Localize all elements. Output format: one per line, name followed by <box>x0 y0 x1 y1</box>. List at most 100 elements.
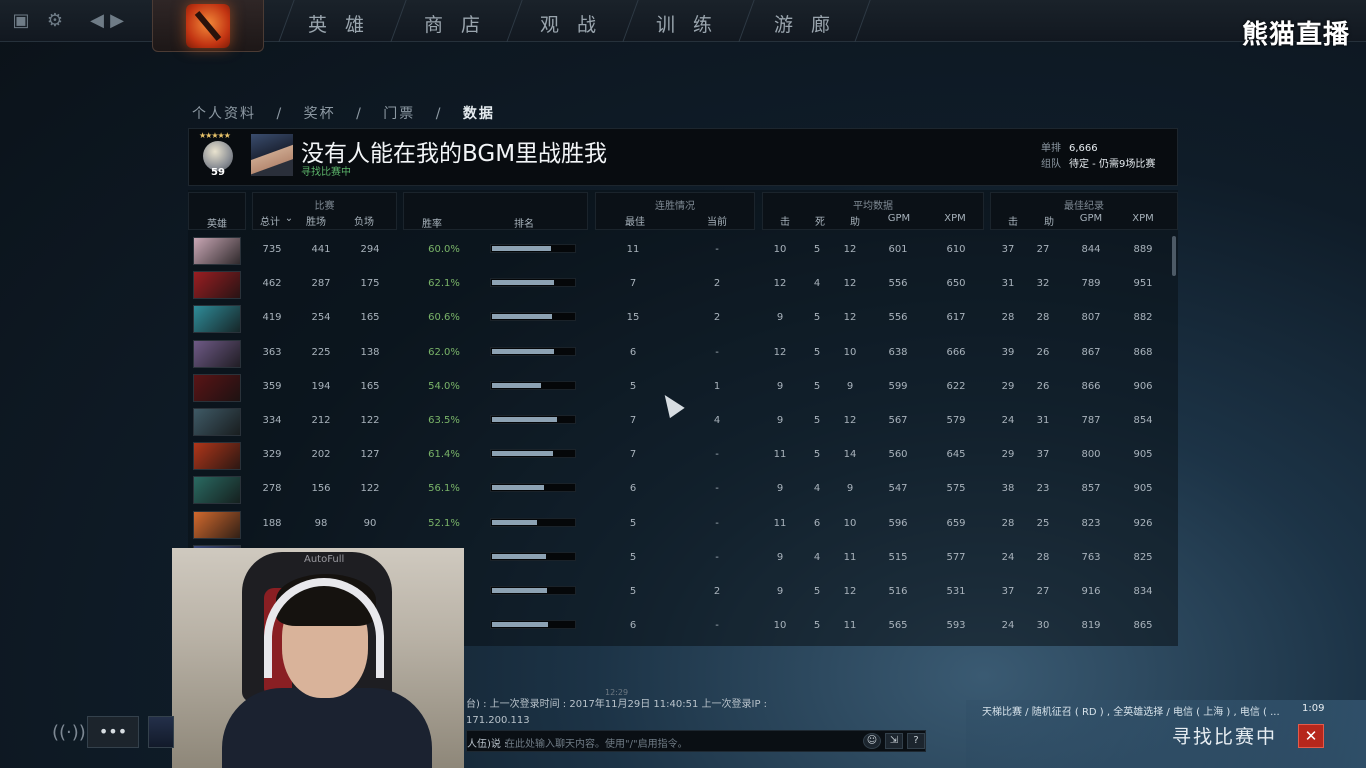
crumb-profile[interactable]: 个人资料 <box>192 106 256 122</box>
cancel-search-button[interactable]: ✕ <box>1298 724 1324 748</box>
row-avg-gpm: 567 <box>888 415 908 426</box>
tab-heroes[interactable]: 英 雄 <box>308 10 370 37</box>
header-avg-assists[interactable]: 助 <box>843 213 867 228</box>
rank-bar-fill <box>492 280 554 286</box>
header-hero-group: 英雄 <box>188 192 246 230</box>
hero-portrait[interactable] <box>193 237 241 265</box>
row-streak-current: - <box>715 551 719 563</box>
emoji-icon[interactable]: ☺ <box>863 733 881 749</box>
crumb-trophies[interactable]: 奖杯 <box>304 106 336 122</box>
header-best-kills[interactable]: 击 <box>1001 213 1025 228</box>
row-avg-assists: 12 <box>843 415 857 426</box>
header-rank[interactable]: 排名 <box>504 215 544 230</box>
header-hero[interactable]: 英雄 <box>189 215 245 230</box>
row-avg-gpm: 560 <box>888 449 908 461</box>
tab-learn[interactable]: 训 练 <box>656 10 718 37</box>
table-row[interactable]: 363 225 138 62.0% 6 - 12 5 10 638 666 39 26 867 868 <box>188 337 1178 371</box>
row-wins: 225 <box>311 346 331 358</box>
hero-portrait[interactable] <box>193 510 241 539</box>
row-streak-best: 7 <box>629 415 637 426</box>
dota-logo-button[interactable] <box>152 0 264 52</box>
tab-arcade[interactable]: 游 廊 <box>774 10 836 37</box>
row-avg-xpm: 577 <box>946 551 966 563</box>
row-avg-kills: 12 <box>773 346 787 358</box>
header-best-assists[interactable]: 助 <box>1037 213 1061 228</box>
row-avg-gpm: 515 <box>888 551 908 563</box>
row-avg-deaths: 5 <box>813 244 821 255</box>
party-button[interactable]: ••• <box>87 716 139 748</box>
header-wins[interactable]: 胜场 <box>301 213 331 228</box>
header-streak-current[interactable]: 当前 <box>702 213 732 228</box>
row-wins: 254 <box>311 312 331 324</box>
row-best-assists: 25 <box>1036 517 1050 529</box>
rank-bar <box>490 278 576 288</box>
chat-input-bar[interactable]: 人伍)说 : 在此处输入聊天内容。使用"/"启用指令。 ☺ ⇲ ? <box>466 730 926 752</box>
rank-bar-fill <box>492 382 541 388</box>
row-streak-best: 7 <box>629 278 637 290</box>
row-best-kills: 28 <box>1001 517 1015 529</box>
header-avg-kills[interactable]: 击 <box>773 213 797 228</box>
table-row[interactable]: 329 202 127 61.4% 7 - 11 5 14 560 645 29 37 800 905 <box>188 439 1178 473</box>
header-best-xpm[interactable]: XPM <box>1123 213 1163 224</box>
chat-channel-label[interactable]: 人伍)说 : <box>467 735 507 750</box>
table-row[interactable]: 188 98 90 52.1% 5 - 11 6 10 596 659 28 25 823 926 <box>188 508 1178 542</box>
table-row[interactable]: 735 441 294 60.0% 11 - 10 5 12 601 610 37 27 844 889 <box>188 234 1178 268</box>
row-avg-xpm: 575 <box>946 483 966 495</box>
table-row[interactable]: 462 287 175 62.1% 7 2 12 4 12 556 650 31 32 789 951 <box>188 268 1178 302</box>
row-best-kills: 28 <box>1001 312 1015 324</box>
table-scrollbar[interactable] <box>1172 236 1176 276</box>
party-member-avatar[interactable] <box>148 716 174 748</box>
forward-arrow-icon[interactable]: ▶ <box>104 8 130 34</box>
gear-icon[interactable]: ⚙ <box>42 8 68 34</box>
header-avg-gpm[interactable]: GPM <box>879 213 919 224</box>
tab-watch[interactable]: 观 战 <box>540 10 602 37</box>
table-row[interactable]: 278 156 122 56.1% 6 - 9 4 9 547 575 38 23 857 905 <box>188 473 1178 507</box>
crumb-stats[interactable]: 数据 <box>463 106 495 122</box>
row-streak-current: - <box>715 244 719 255</box>
row-avg-deaths: 5 <box>813 415 821 426</box>
row-avg-gpm: 601 <box>888 244 908 255</box>
row-avg-deaths: 5 <box>813 449 821 461</box>
hero-portrait[interactable] <box>193 271 241 300</box>
hero-portrait[interactable] <box>193 339 241 368</box>
row-avg-kills: 9 <box>776 380 784 392</box>
chat-input[interactable]: 在此处输入聊天内容。使用"/"启用指令。 <box>505 735 688 750</box>
avatar[interactable] <box>251 134 293 176</box>
header-winrate[interactable]: 胜率 <box>414 215 450 230</box>
table-row[interactable]: 419 254 165 60.6% 15 2 9 5 12 556 617 28 28 807 882 <box>188 302 1178 336</box>
row-winrate: 62.1% <box>428 278 460 290</box>
crumb-tickets[interactable]: 门票 <box>383 106 415 122</box>
hero-portrait[interactable] <box>193 476 241 505</box>
header-avg-xpm[interactable]: XPM <box>935 213 975 224</box>
rank-bar <box>490 415 576 424</box>
row-avg-xpm: 579 <box>946 415 966 426</box>
header-best-gpm[interactable]: GPM <box>1071 213 1111 224</box>
help-button[interactable]: ? <box>907 733 925 749</box>
header-total[interactable]: 总计 <box>255 213 285 228</box>
player-status: 寻找比赛中 <box>301 167 351 178</box>
row-losses: 175 <box>360 278 380 290</box>
row-best-gpm: 787 <box>1081 415 1101 426</box>
row-streak-best: 7 <box>629 449 637 461</box>
header-avg-deaths[interactable]: 死 <box>808 213 832 228</box>
row-streak-best: 6 <box>629 620 637 632</box>
broadcast-icon[interactable]: ((·)) <box>52 722 86 743</box>
row-avg-gpm: 516 <box>888 586 908 597</box>
row-streak-best: 5 <box>629 586 637 597</box>
table-row[interactable]: 334 212 122 63.5% 7 4 9 5 12 567 579 24 31 787 854 <box>188 405 1178 439</box>
dota-icon[interactable]: ▣ <box>8 8 34 34</box>
header-streak-best[interactable]: 最佳 <box>620 213 650 228</box>
hero-portrait[interactable] <box>193 408 241 436</box>
row-avg-kills: 12 <box>773 278 787 290</box>
row-best-xpm: 905 <box>1133 449 1153 461</box>
row-winrate: 63.5% <box>428 415 460 426</box>
hero-portrait[interactable] <box>193 373 241 402</box>
row-streak-best: 6 <box>629 483 637 495</box>
tab-store[interactable]: 商 店 <box>424 10 486 37</box>
header-match-group: 比赛 总计 ⌄ 胜场 负场 <box>252 192 397 230</box>
hero-portrait[interactable] <box>193 442 241 471</box>
header-losses[interactable]: 负场 <box>349 213 379 228</box>
table-row[interactable]: 359 194 165 54.0% 5 1 9 5 9 599 622 29 26 866 906 <box>188 371 1178 405</box>
chat-expand-icon[interactable]: ⇲ <box>885 733 903 749</box>
hero-portrait[interactable] <box>193 305 241 334</box>
